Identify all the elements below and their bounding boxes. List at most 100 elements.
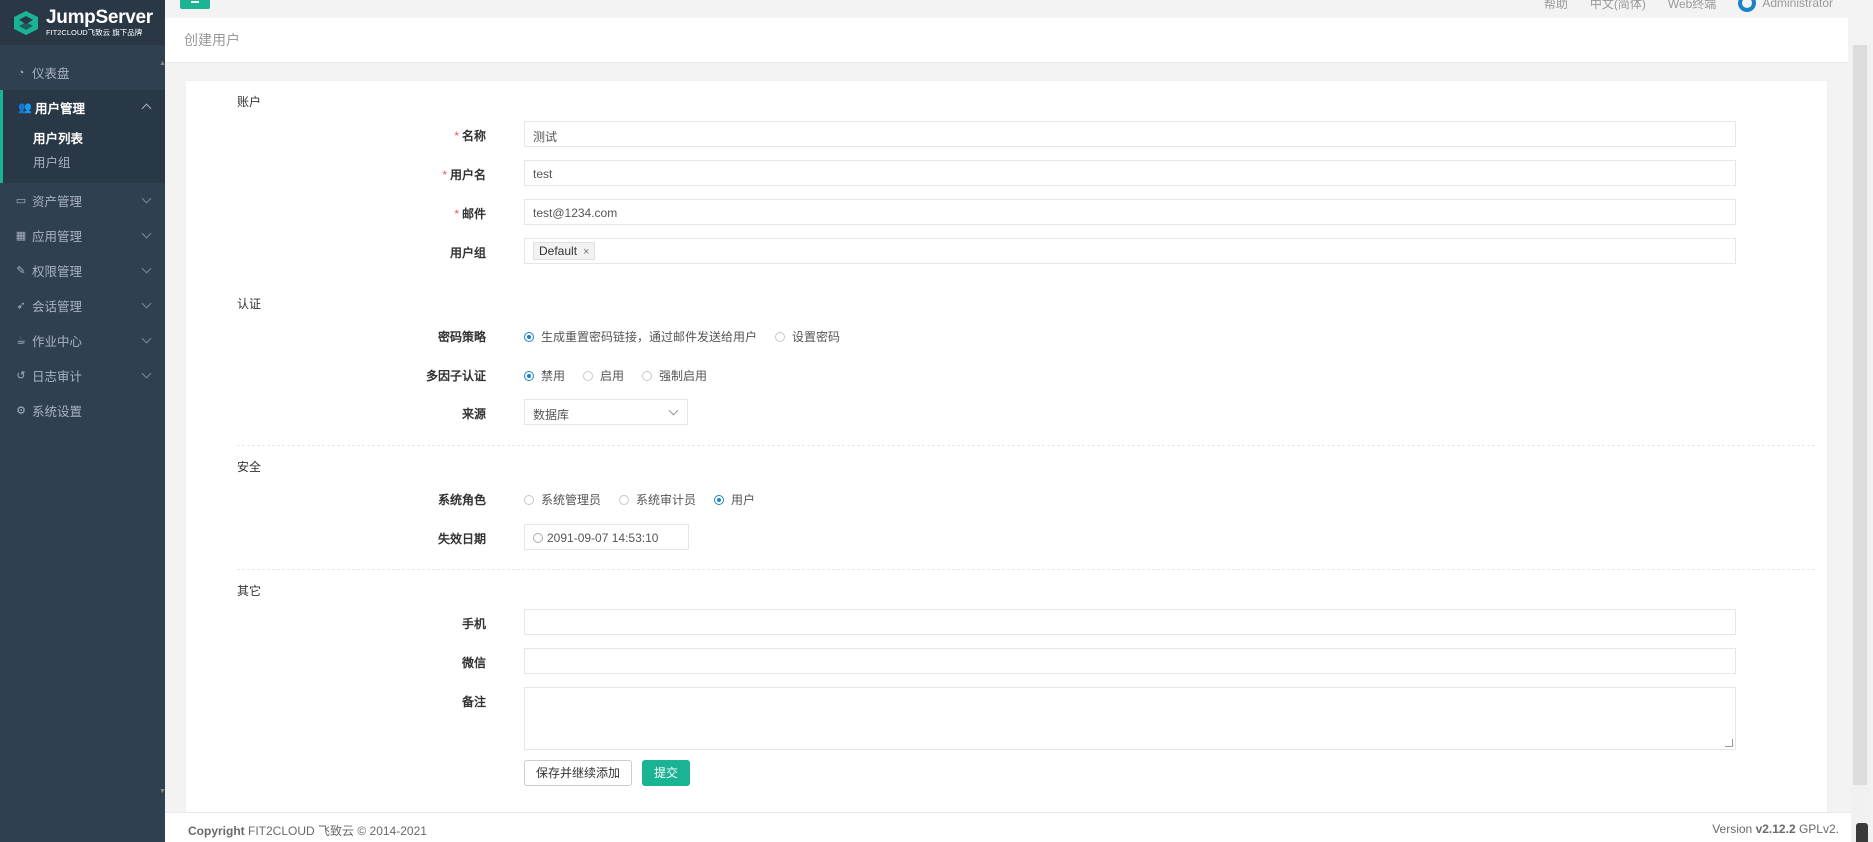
sidebar-item-dashboard[interactable]: ◔ 仪表盘: [0, 55, 165, 90]
wechat-row: 微信: [186, 648, 1829, 674]
sidebar-item-users[interactable]: 👥 用户管理: [0, 90, 165, 125]
rocket-icon: ➶: [16, 299, 26, 312]
divider: [237, 569, 1815, 570]
groups-row: 用户组 Default ×: [186, 238, 1829, 264]
radio-mfa-disabled[interactable]: 禁用: [524, 367, 565, 384]
radio-checked-icon: [714, 494, 725, 505]
sidebar-item-sessions[interactable]: ➶ 会话管理: [0, 288, 165, 323]
top-navbar: 帮助 中文(简体) Web终端 Administrator: [165, 0, 1873, 18]
password-strategy-radios: 生成重置密码链接，通过邮件发送给用户 设置密码: [524, 328, 840, 345]
sidebar-item-label: 应用管理: [32, 230, 83, 244]
phone-input[interactable]: [524, 609, 1736, 635]
radio-unchecked-icon: [775, 331, 786, 342]
username-row: * 用户名 test: [186, 160, 1829, 186]
sidebar-item-audits[interactable]: ↺ 日志审计: [0, 358, 165, 393]
phone-label: 手机: [461, 617, 486, 631]
comment-textarea[interactable]: [524, 687, 1736, 750]
radio-mfa-forced[interactable]: 强制启用: [642, 367, 707, 384]
page-header: 创建用户: [165, 18, 1848, 63]
name-row: * 名称 测试: [186, 121, 1829, 147]
chevron-down-icon: [141, 298, 152, 309]
expire-row: 失效日期 2091-09-07 14:53:10: [186, 524, 1829, 550]
scroll-widget[interactable]: [1856, 823, 1868, 842]
sidebar-item-label: 系统设置: [32, 405, 83, 419]
sidebar-subitem-user-list[interactable]: 用户列表: [3, 127, 165, 151]
radio-unchecked-icon: [524, 494, 534, 505]
chevron-down-icon: [668, 405, 679, 416]
mfa-radios: 禁用 启用 强制启用: [524, 367, 707, 384]
mfa-row: 多因子认证 禁用 启用 强制启用: [186, 361, 1829, 387]
remove-tag-icon[interactable]: ×: [583, 246, 589, 258]
submit-button[interactable]: 提交: [642, 760, 691, 786]
radio-set-password[interactable]: 设置密码: [775, 328, 840, 345]
chevron-down-icon: [141, 333, 152, 344]
sidebar-item-label: 资产管理: [32, 195, 83, 209]
chevron-up-icon: [141, 103, 152, 114]
system-role-row: 系统角色 系统管理员 系统审计员 用户: [186, 485, 1829, 511]
scrollbar-thumb[interactable]: [1853, 45, 1867, 785]
page-title: 创建用户: [184, 32, 240, 48]
phone-row: 手机: [186, 609, 1829, 635]
email-label: * 邮件: [454, 207, 486, 221]
source-label: 来源: [461, 407, 486, 421]
groups-label: 用户组: [449, 246, 486, 260]
sidebar: JumpServer FIT2CLOUD飞致云 旗下品牌 ◔ 仪表盘 👥 用户管…: [0, 0, 166, 842]
sidebar-toggle-button[interactable]: [180, 0, 210, 9]
vertical-scrollbar[interactable]: [1851, 45, 1871, 842]
radio-unchecked-icon: [583, 370, 594, 381]
sidebar-item-label: 权限管理: [32, 265, 83, 279]
email-row: * 邮件 test@1234.com: [186, 199, 1829, 225]
jumpserver-logo-icon: [14, 10, 38, 35]
comment-row: 备注: [186, 687, 1829, 750]
radio-unchecked-icon: [642, 370, 653, 381]
password-strategy-label: 密码策略: [437, 330, 486, 344]
name-input[interactable]: 测试: [524, 121, 1736, 147]
sidebar-item-label: 用户管理: [35, 102, 86, 116]
radio-checked-icon: [524, 331, 534, 342]
scroll-down-arrow-icon[interactable]: ▼: [159, 788, 166, 795]
radio-reset-link[interactable]: 生成重置密码链接，通过邮件发送给用户: [524, 328, 757, 345]
history-icon: ↺: [16, 369, 26, 382]
help-menu[interactable]: 帮助: [1544, 0, 1568, 12]
sidebar-item-applications[interactable]: ▦ 应用管理: [0, 218, 165, 253]
radio-mfa-enabled[interactable]: 启用: [583, 367, 624, 384]
sidebar-item-assets[interactable]: ▭ 资产管理: [0, 183, 165, 218]
source-select[interactable]: 数据库: [524, 399, 688, 425]
sidebar-item-jobs[interactable]: ☕ 作业中心: [0, 323, 165, 358]
name-label: * 名称: [454, 129, 486, 143]
expire-date-input[interactable]: 2091-09-07 14:53:10: [524, 524, 689, 550]
dashboard-icon: ◔: [17, 66, 25, 79]
web-terminal-link[interactable]: Web终端: [1668, 0, 1716, 12]
sidebar-item-permissions[interactable]: ✎ 权限管理: [0, 253, 165, 288]
section-security-title: 安全: [237, 460, 262, 474]
user-menu[interactable]: Administrator: [1738, 0, 1833, 12]
copyright: Copyright FIT2CLOUD 飞致云 © 2014-2021: [188, 824, 427, 838]
expire-label: 失效日期: [437, 532, 486, 546]
avatar: [1738, 0, 1757, 12]
password-strategy-row: 密码策略 生成重置密码链接，通过邮件发送给用户 设置密码: [186, 322, 1829, 348]
sidebar-subitem-user-groups[interactable]: 用户组: [3, 151, 165, 175]
radio-role-auditor[interactable]: 系统审计员: [619, 491, 696, 508]
email-input[interactable]: test@1234.com: [524, 199, 1736, 225]
inbox-icon: ▭: [15, 194, 27, 207]
sidebar-item-settings[interactable]: ⚙ 系统设置: [0, 393, 165, 428]
save-and-continue-button[interactable]: 保存并继续添加: [524, 760, 633, 786]
version-info: Version v2.12.2 GPLv2.: [1712, 822, 1839, 836]
username-label: * 用户名: [442, 168, 486, 182]
groups-select[interactable]: Default ×: [524, 238, 1736, 264]
section-other-title: 其它: [237, 584, 262, 598]
radio-role-user[interactable]: 用户: [714, 491, 755, 508]
radio-role-admin[interactable]: 系统管理员: [524, 491, 601, 508]
resize-grip-icon[interactable]: [1725, 739, 1733, 747]
logo[interactable]: JumpServer FIT2CLOUD飞致云 旗下品牌: [0, 0, 165, 45]
brand-tagline: FIT2CLOUD飞致云 旗下品牌: [46, 28, 143, 37]
chevron-down-icon: [141, 263, 152, 274]
language-menu[interactable]: 中文(简体): [1590, 0, 1646, 12]
wechat-input[interactable]: [524, 648, 1736, 674]
section-auth-title: 认证: [237, 297, 262, 311]
username-input[interactable]: test: [524, 160, 1736, 186]
top-right-menu: 帮助 中文(简体) Web终端 Administrator: [1544, 0, 1833, 12]
clock-icon: [533, 533, 543, 543]
source-row: 来源 数据库: [186, 399, 1829, 425]
radio-checked-icon: [524, 370, 534, 381]
